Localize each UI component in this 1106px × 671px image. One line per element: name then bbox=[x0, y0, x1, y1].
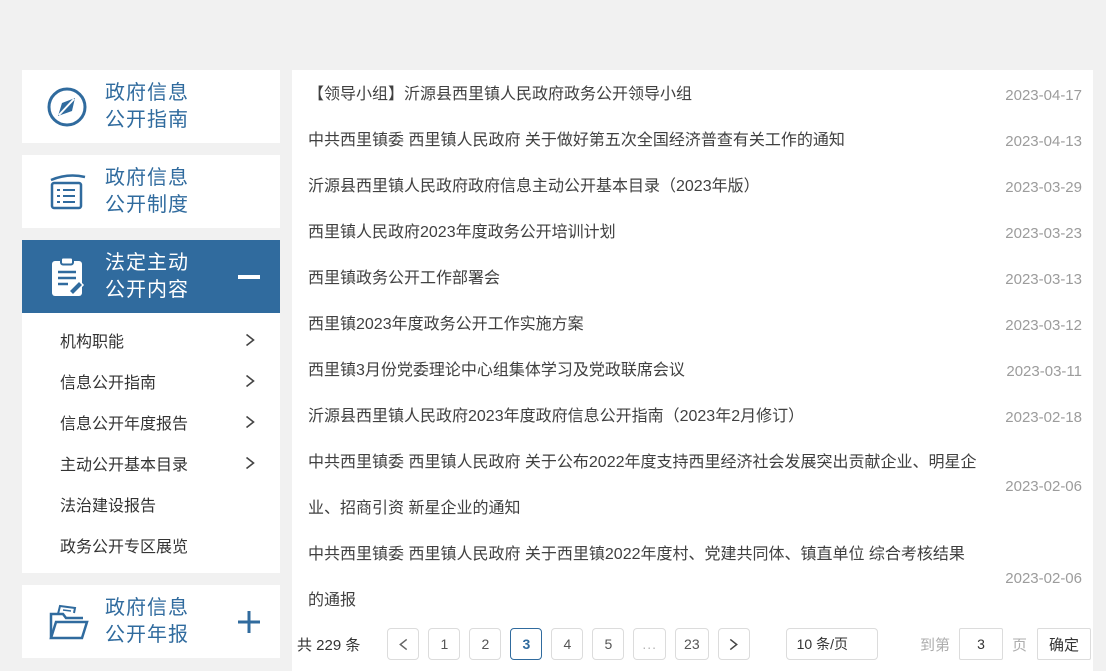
page-button[interactable]: 4 bbox=[551, 628, 583, 660]
compass-icon bbox=[44, 84, 90, 130]
article-row[interactable]: 西里镇人民政府2023年度政务公开培训计划 2023-03-23 bbox=[292, 210, 1093, 256]
article-row[interactable]: 中共西里镇委 西里镇人民政府 关于西里镇2022年度村、党建共同体、镇直单位 综… bbox=[292, 532, 1093, 624]
submenu-item-label: 法治建设报告 bbox=[60, 492, 256, 516]
article-title[interactable]: 西里镇3月份党委理论中心组集体学习及党政联席会议 bbox=[308, 348, 980, 394]
sidebar-item-4[interactable]: 政府信息公开年报 bbox=[22, 585, 280, 658]
article-row[interactable]: 西里镇3月份党委理论中心组集体学习及党政联席会议 2023-03-11 bbox=[292, 348, 1093, 394]
chevron-left-icon bbox=[398, 638, 409, 651]
goto-page-input[interactable] bbox=[959, 628, 1003, 660]
submenu-item[interactable]: 信息公开指南 bbox=[22, 360, 280, 401]
goto-prefix-label: 到第 bbox=[920, 634, 950, 655]
page-button-active[interactable]: 3 bbox=[510, 628, 542, 660]
confirm-button[interactable]: 确定 bbox=[1037, 628, 1091, 660]
article-title[interactable]: 西里镇人民政府2023年度政务公开培训计划 bbox=[308, 210, 980, 256]
page-number-buttons: 1 2 3 4 5 ... 23 bbox=[428, 628, 717, 660]
article-list-panel: 【领导小组】沂源县西里镇人民政府政务公开领导小组 2023-04-17 中共西里… bbox=[292, 70, 1093, 671]
submenu-item-label: 机构职能 bbox=[60, 328, 244, 352]
article-title[interactable]: 中共西里镇委 西里镇人民政府 关于公布2022年度支持西里经济社会发展突出贡献企… bbox=[308, 440, 980, 532]
sidebar-item-label: 政府信息公开指南 bbox=[105, 80, 262, 134]
sidebar: 政府信息公开指南 政府信息公开制度 法定主动公开内容 机构职能 信息公开指南 信… bbox=[22, 70, 280, 670]
article-row[interactable]: 中共西里镇委 西里镇人民政府 关于公布2022年度支持西里经济社会发展突出贡献企… bbox=[292, 440, 1093, 532]
ledger-icon bbox=[44, 169, 90, 215]
article-title[interactable]: 沂源县西里镇人民政府政府信息主动公开基本目录（2023年版） bbox=[308, 164, 980, 210]
chevron-right-icon bbox=[728, 638, 739, 651]
article-title[interactable]: 【领导小组】沂源县西里镇人民政府政务公开领导小组 bbox=[308, 72, 980, 118]
sidebar-item-label: 政府信息公开年报 bbox=[105, 595, 232, 649]
prev-page-button[interactable] bbox=[387, 628, 419, 660]
chevron-right-icon bbox=[244, 456, 256, 470]
chevron-right-icon bbox=[244, 415, 256, 429]
page-ellipsis[interactable]: ... bbox=[633, 628, 666, 660]
article-title[interactable]: 沂源县西里镇人民政府2023年度政府信息公开指南（2023年2月修订） bbox=[308, 394, 980, 440]
chevron-right-icon bbox=[244, 374, 256, 388]
submenu-item-label: 政务公开专区展览 bbox=[60, 533, 256, 557]
article-date: 2023-02-18 bbox=[992, 409, 1082, 426]
sidebar-item-3[interactable]: 法定主动公开内容 bbox=[22, 240, 280, 313]
goto-page-group: 到第 页 确定 bbox=[920, 628, 1091, 660]
submenu-item[interactable]: 政务公开专区展览 bbox=[22, 524, 280, 565]
article-title[interactable]: 中共西里镇委 西里镇人民政府 关于做好第五次全国经济普查有关工作的通知 bbox=[308, 118, 980, 164]
chevron-right-icon bbox=[244, 333, 256, 347]
clipboard-pencil-icon bbox=[44, 254, 90, 300]
article-row[interactable]: 中共西里镇委 西里镇人民政府 关于做好第五次全国经济普查有关工作的通知 2023… bbox=[292, 118, 1093, 164]
plus-icon bbox=[236, 609, 262, 635]
page-button[interactable]: 2 bbox=[469, 628, 501, 660]
article-title[interactable]: 西里镇2023年度政务公开工作实施方案 bbox=[308, 302, 980, 348]
submenu-item[interactable]: 机构职能 bbox=[22, 319, 280, 360]
article-row[interactable]: 沂源县西里镇人民政府政府信息主动公开基本目录（2023年版） 2023-03-2… bbox=[292, 164, 1093, 210]
article-row[interactable]: 西里镇2023年度政务公开工作实施方案 2023-03-12 bbox=[292, 302, 1093, 348]
total-count-label: 共 229 条 bbox=[297, 634, 360, 655]
article-title[interactable]: 西里镇政务公开工作部署会 bbox=[308, 256, 980, 302]
minus-icon bbox=[236, 264, 262, 290]
sidebar-item-2[interactable]: 政府信息公开制度 bbox=[22, 155, 280, 228]
article-date: 2023-03-11 bbox=[992, 363, 1082, 380]
next-page-button[interactable] bbox=[718, 628, 750, 660]
article-date: 2023-04-13 bbox=[992, 133, 1082, 150]
submenu-item-label: 信息公开指南 bbox=[60, 369, 244, 393]
article-date: 2023-03-23 bbox=[992, 225, 1082, 242]
submenu-item[interactable]: 主动公开基本目录 bbox=[22, 442, 280, 483]
page-button[interactable]: 23 bbox=[675, 628, 709, 660]
submenu-item-label: 信息公开年度报告 bbox=[60, 410, 244, 434]
page-size-label: 10 条/页 bbox=[797, 634, 848, 654]
page-button[interactable]: 5 bbox=[592, 628, 624, 660]
article-title[interactable]: 中共西里镇委 西里镇人民政府 关于西里镇2022年度村、党建共同体、镇直单位 综… bbox=[308, 532, 980, 624]
article-date: 2023-03-12 bbox=[992, 317, 1082, 334]
article-date: 2023-04-17 bbox=[992, 87, 1082, 104]
submenu-item-label: 主动公开基本目录 bbox=[60, 451, 244, 475]
article-row[interactable]: 【领导小组】沂源县西里镇人民政府政务公开领导小组 2023-04-17 bbox=[292, 72, 1093, 118]
page-size-select[interactable]: 10 条/页 bbox=[786, 628, 878, 660]
sidebar-item-label: 法定主动公开内容 bbox=[105, 250, 232, 304]
article-date: 2023-02-06 bbox=[992, 478, 1082, 495]
sidebar-submenu: 机构职能 信息公开指南 信息公开年度报告 主动公开基本目录 法治建设报告 政务公… bbox=[22, 313, 280, 573]
article-date: 2023-03-13 bbox=[992, 271, 1082, 288]
chevron-down-icon bbox=[856, 640, 867, 648]
article-date: 2023-02-06 bbox=[992, 570, 1082, 587]
sidebar-item-1[interactable]: 政府信息公开指南 bbox=[22, 70, 280, 143]
folder-icon bbox=[44, 599, 90, 645]
article-date: 2023-03-29 bbox=[992, 179, 1082, 196]
page-button[interactable]: 1 bbox=[428, 628, 460, 660]
article-row[interactable]: 西里镇政务公开工作部署会 2023-03-13 bbox=[292, 256, 1093, 302]
sidebar-item-label: 政府信息公开制度 bbox=[105, 165, 262, 219]
article-list: 【领导小组】沂源县西里镇人民政府政务公开领导小组 2023-04-17 中共西里… bbox=[292, 72, 1093, 624]
submenu-item[interactable]: 法治建设报告 bbox=[22, 483, 280, 524]
pagination-bar: 共 229 条 1 2 3 4 5 ... 23 10 条/页 到第 页 确定 bbox=[292, 624, 1093, 664]
goto-suffix-label: 页 bbox=[1012, 634, 1027, 655]
article-row[interactable]: 沂源县西里镇人民政府2023年度政府信息公开指南（2023年2月修订） 2023… bbox=[292, 394, 1093, 440]
submenu-item[interactable]: 信息公开年度报告 bbox=[22, 401, 280, 442]
